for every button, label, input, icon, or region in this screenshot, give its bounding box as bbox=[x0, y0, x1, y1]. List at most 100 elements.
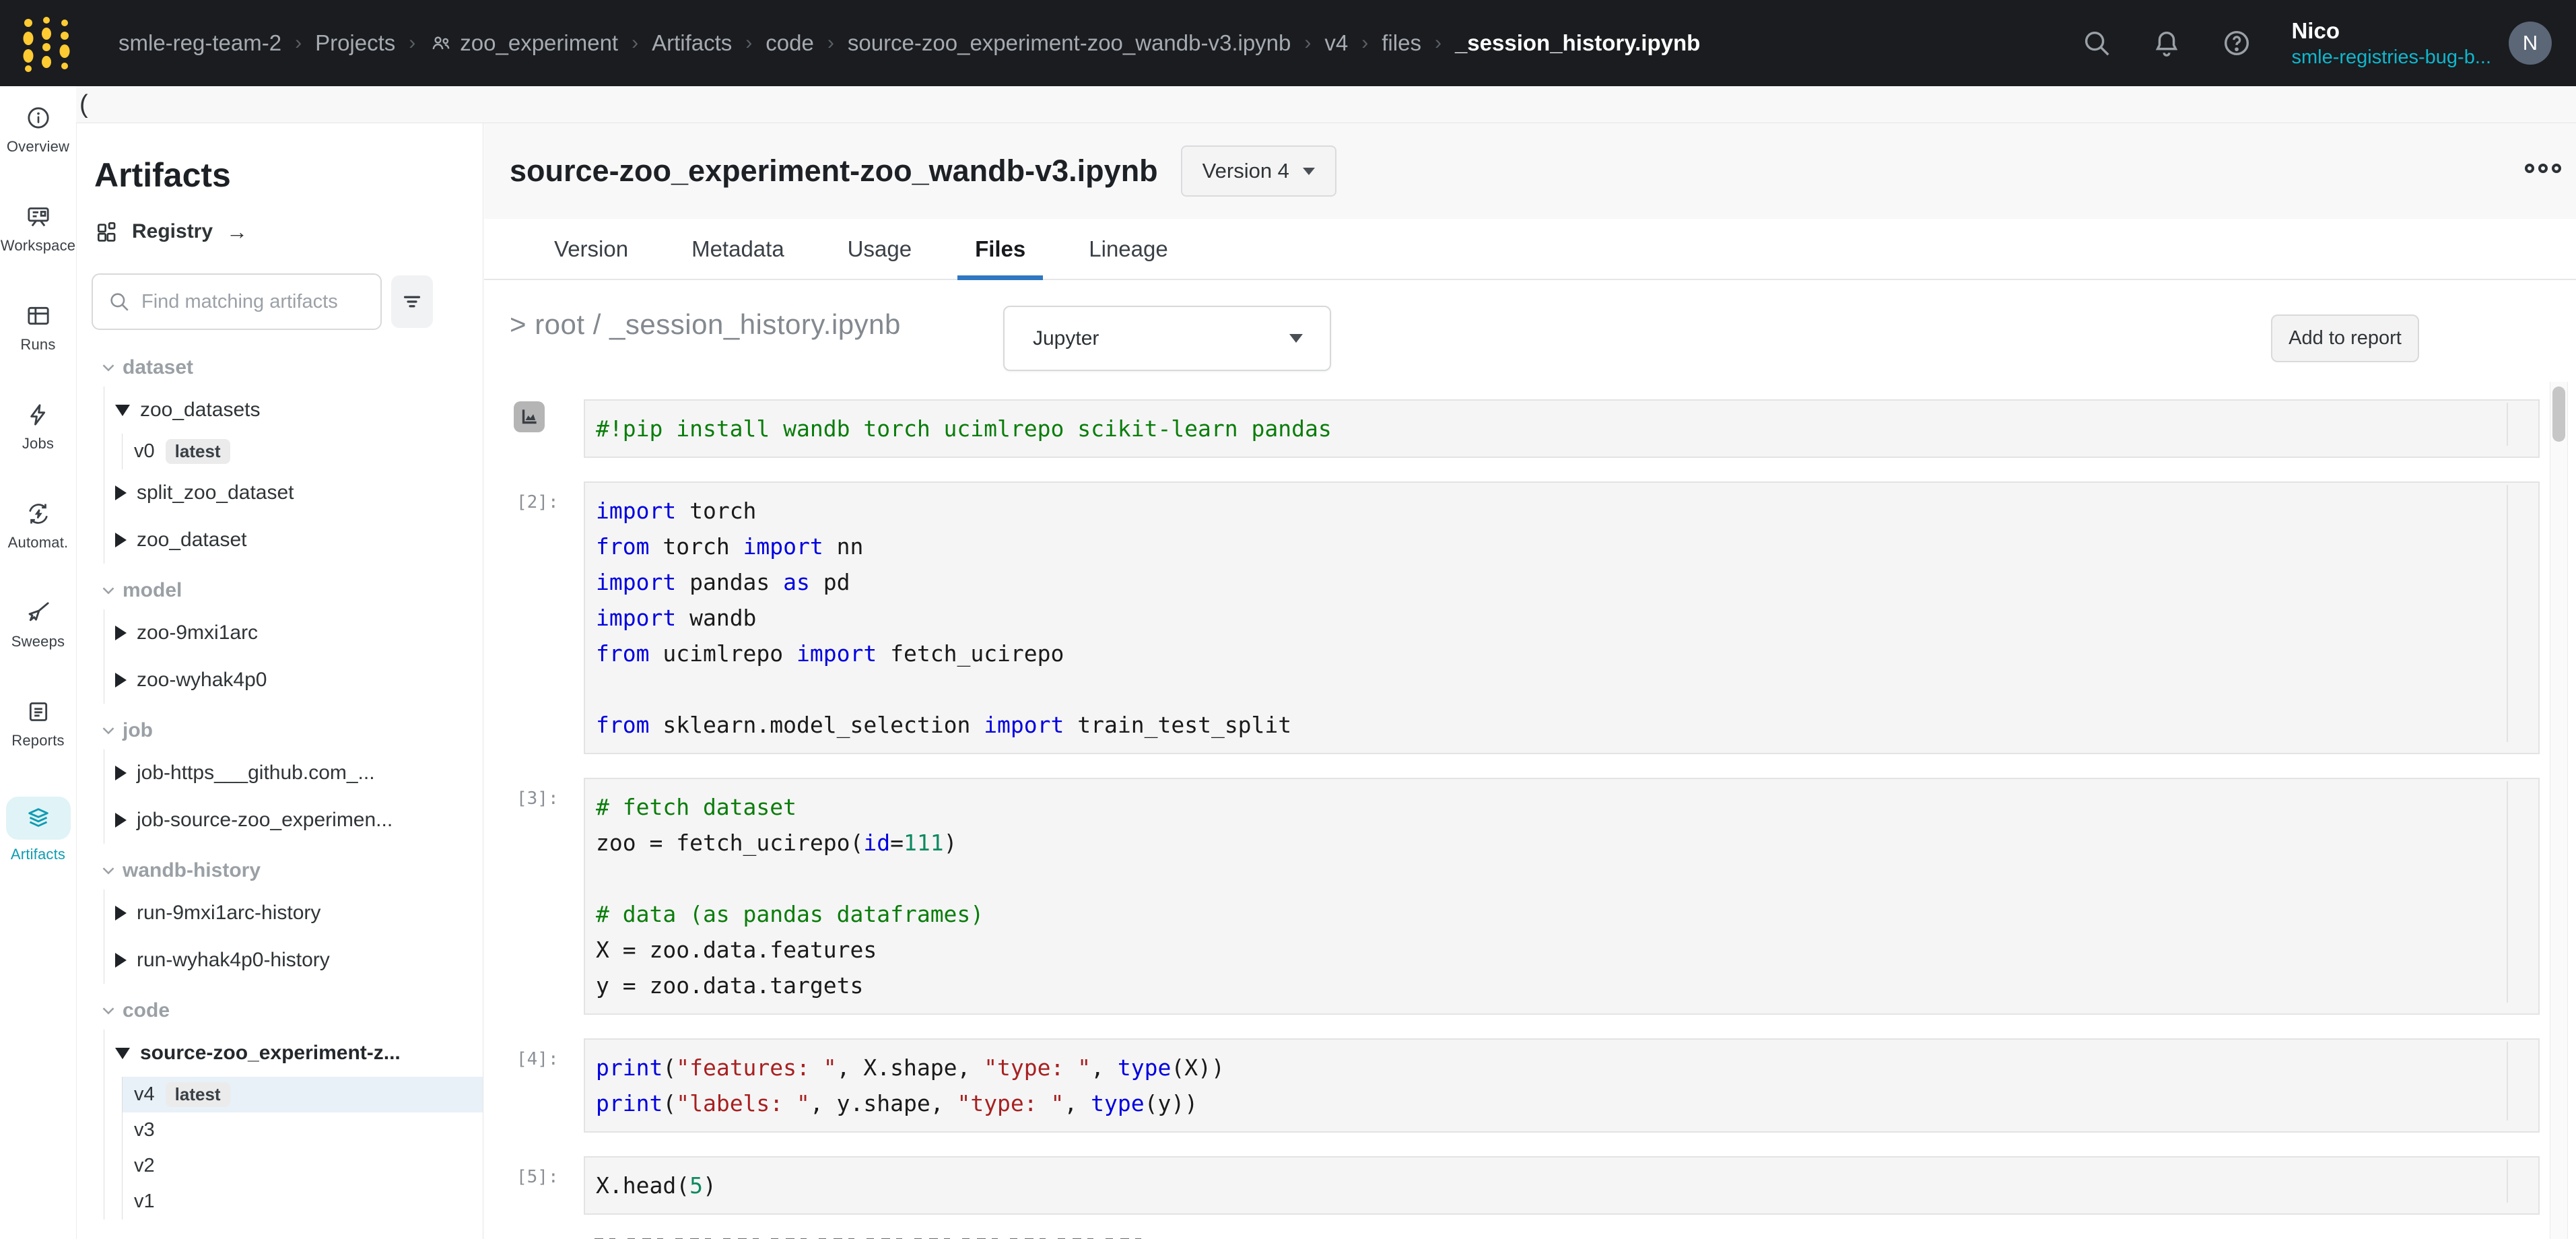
tree-section-dataset[interactable]: dataset bbox=[92, 349, 483, 387]
triangle-collapsed-icon[interactable] bbox=[115, 533, 127, 547]
triangle-collapsed-icon[interactable] bbox=[115, 766, 127, 780]
filter-button[interactable] bbox=[391, 275, 433, 328]
breadcrumb-item-smle-reg-team-2[interactable]: smle-reg-team-2 bbox=[118, 30, 281, 56]
version-item-v4[interactable]: v4latest bbox=[123, 1077, 483, 1112]
registry-link[interactable]: Registry → bbox=[94, 219, 248, 244]
tree-item-zoo-datasets[interactable]: zoo_datasets bbox=[104, 387, 483, 434]
viewer-select-value: Jupyter bbox=[1033, 327, 1099, 350]
execution-count-label: [4]: bbox=[499, 1038, 584, 1069]
breadcrumb-item-zoo-experiment[interactable]: zoo_experiment bbox=[429, 30, 618, 56]
breadcrumb-item-projects[interactable]: Projects bbox=[315, 30, 395, 56]
filter-lines-icon bbox=[400, 290, 424, 314]
topbar-actions: Nico smle-registries-bug-b... N bbox=[2081, 0, 2576, 86]
search-input[interactable] bbox=[140, 290, 342, 314]
wandb-logo-icon[interactable] bbox=[19, 13, 74, 73]
tab-lineage[interactable]: Lineage bbox=[1089, 219, 1167, 279]
tree-section-children: source-zoo_experiment-z...v4latestv3v2v1 bbox=[104, 1030, 483, 1219]
more-options-icon[interactable] bbox=[2525, 164, 2561, 173]
viewer-select[interactable]: Jupyter bbox=[1003, 306, 1331, 371]
artifact-search-box[interactable] bbox=[92, 273, 382, 330]
avatar[interactable]: N bbox=[2509, 22, 2552, 65]
breadcrumb-item-source-zoo-experiment-zoo-wandb-v3-ipynb[interactable]: source-zoo_experiment-zoo_wandb-v3.ipynb bbox=[848, 30, 1291, 56]
file-path-breadcrumb[interactable]: > root / _session_history.ipynb bbox=[510, 308, 901, 341]
cell-scrollbar-divider bbox=[2507, 1042, 2508, 1120]
add-to-report-button[interactable]: Add to report bbox=[2271, 314, 2419, 362]
layers-icon bbox=[6, 797, 71, 840]
version-item-v0[interactable]: v0latest bbox=[123, 434, 483, 469]
version-item-v2[interactable]: v2 bbox=[123, 1148, 483, 1184]
tree-item-run-wyhak4p0-history[interactable]: run-wyhak4p0-history bbox=[104, 937, 483, 984]
search-icon[interactable] bbox=[2081, 28, 2112, 59]
breadcrumb-item-artifacts[interactable]: Artifacts bbox=[652, 30, 732, 56]
tab-usage[interactable]: Usage bbox=[848, 219, 912, 279]
triangle-collapsed-icon[interactable] bbox=[115, 906, 127, 920]
sidebar-item-workspace[interactable]: Workspace bbox=[0, 185, 76, 284]
tree-section-children: run-9mxi1arc-historyrun-wyhak4p0-history bbox=[104, 890, 483, 984]
scrollbar-thumb[interactable] bbox=[2552, 387, 2565, 442]
version-item-v1[interactable]: v1 bbox=[123, 1184, 483, 1219]
registry-label: Registry bbox=[132, 220, 213, 243]
sidebar-rail: OverviewWorkspaceRunsJobs Automat. SweepsR… bbox=[0, 86, 76, 1239]
sidebar-item-artifacts[interactable]: Artifacts bbox=[0, 779, 76, 878]
sidebar-item-sweeps[interactable]: Sweeps bbox=[0, 581, 76, 680]
tab-version[interactable]: Version bbox=[554, 219, 628, 279]
breadcrumb: smle-reg-team-2 › Projects › zoo_experiment ›… bbox=[118, 30, 1700, 56]
triangle-expanded-icon[interactable] bbox=[115, 1048, 130, 1059]
breadcrumb-item--session-history-ipynb[interactable]: _session_history.ipynb bbox=[1455, 30, 1700, 56]
tree-section-wandb-history[interactable]: wandb-history bbox=[92, 852, 483, 890]
breadcrumb-item-v4[interactable]: v4 bbox=[1324, 30, 1348, 56]
bell-icon[interactable] bbox=[2151, 28, 2182, 59]
tree-item-source-zoo-experiment-z-[interactable]: source-zoo_experiment-z... bbox=[104, 1030, 483, 1077]
main-content: source-zoo_experiment-zoo_wandb-v3.ipynb… bbox=[484, 123, 2576, 1239]
triangle-collapsed-icon[interactable] bbox=[115, 626, 127, 640]
user-info[interactable]: Nico smle-registries-bug-b... bbox=[2291, 17, 2491, 69]
tree-section-job[interactable]: job bbox=[92, 712, 483, 749]
tree-item-zoo-9mxi1arc[interactable]: zoo-9mxi1arc bbox=[104, 609, 483, 657]
tab-metadata[interactable]: Metadata bbox=[691, 219, 784, 279]
breadcrumb-item-files[interactable]: files bbox=[1382, 30, 1421, 56]
version-item-v3[interactable]: v3 bbox=[123, 1112, 483, 1148]
tree-section-label: job bbox=[123, 719, 153, 742]
tree-item-run-9mxi1arc-history[interactable]: run-9mxi1arc-history bbox=[104, 890, 483, 937]
cell-gutter bbox=[499, 399, 584, 458]
version-dropdown-button[interactable]: Version 4 bbox=[1181, 145, 1336, 197]
triangle-collapsed-icon[interactable] bbox=[115, 673, 127, 688]
tree-item-job-source-zoo-experimen-[interactable]: job-source-zoo_experimen... bbox=[104, 797, 483, 844]
search-icon bbox=[108, 290, 131, 313]
artifact-header: source-zoo_experiment-zoo_wandb-v3.ipynb… bbox=[484, 123, 2576, 219]
reports-icon bbox=[24, 698, 53, 726]
notebook-scrollbar[interactable] bbox=[2550, 382, 2568, 1239]
tree-section-code[interactable]: code bbox=[92, 992, 483, 1030]
breadcrumb-separator: › bbox=[295, 32, 302, 55]
breadcrumb-item-code[interactable]: code bbox=[766, 30, 814, 56]
user-name: Nico bbox=[2291, 17, 2491, 44]
tab-files[interactable]: Files bbox=[975, 219, 1025, 279]
breadcrumb-separator: › bbox=[409, 32, 415, 55]
code-line: from sklearn.model_selection import trai… bbox=[596, 707, 2491, 743]
triangle-expanded-icon[interactable] bbox=[115, 405, 130, 416]
code-line: from torch import nn bbox=[596, 529, 2491, 564]
tree-item-zoo-dataset[interactable]: zoo_dataset bbox=[104, 516, 483, 564]
code-line: from ucimlrepo import fetch_ucirepo bbox=[596, 636, 2491, 671]
code-cell-0: #!pip install wandb torch ucimlrepo scik… bbox=[584, 399, 2540, 458]
tree-item-zoo-wyhak4p0[interactable]: zoo-wyhak4p0 bbox=[104, 657, 483, 704]
tree-section-label: dataset bbox=[123, 356, 193, 379]
execution-count-label: [3]: bbox=[499, 778, 584, 809]
sidebar-item-overview[interactable]: Overview bbox=[0, 86, 76, 185]
sidebar-item-reports[interactable]: Reports bbox=[0, 680, 76, 779]
breadcrumb-separator: › bbox=[632, 32, 638, 55]
header-substrip bbox=[76, 86, 2576, 123]
workspace-icon bbox=[24, 203, 53, 231]
user-team-link[interactable]: smle-registries-bug-b... bbox=[2291, 45, 2491, 69]
triangle-collapsed-icon[interactable] bbox=[115, 813, 127, 828]
help-icon[interactable] bbox=[2221, 28, 2252, 59]
tree-section-model[interactable]: model bbox=[92, 572, 483, 609]
triangle-collapsed-icon[interactable] bbox=[115, 953, 127, 968]
triangle-collapsed-icon[interactable] bbox=[115, 485, 127, 500]
tree-item-job-https-github-com-[interactable]: job-https___github.com_... bbox=[104, 749, 483, 797]
sidebar-item-label: Automat. bbox=[8, 534, 69, 551]
sidebar-item-runs[interactable]: Runs bbox=[0, 284, 76, 383]
sidebar-item-automat[interactable]: Automat. bbox=[0, 482, 76, 581]
tree-item-split-zoo-dataset[interactable]: split_zoo_dataset bbox=[104, 469, 483, 516]
sidebar-item-jobs[interactable]: Jobs bbox=[0, 383, 76, 482]
